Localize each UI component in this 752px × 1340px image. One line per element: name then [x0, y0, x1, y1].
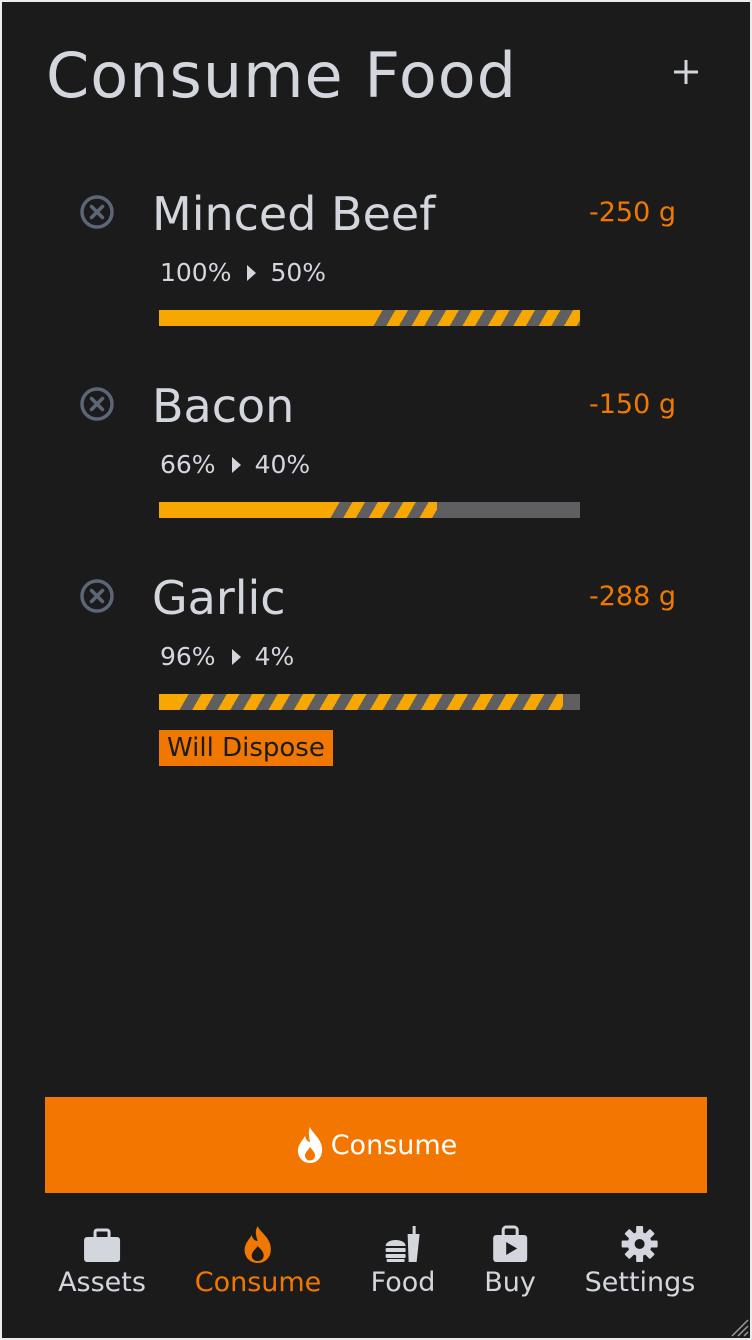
resize-grip-icon[interactable]: [726, 1314, 750, 1338]
arrow-right-icon: [247, 265, 257, 281]
percent-range: 96% 4%: [160, 642, 294, 672]
tab-label: Assets: [58, 1267, 146, 1298]
percent-from: 100%: [160, 258, 232, 287]
close-circle-icon: [80, 195, 114, 229]
tab-settings[interactable]: Settings: [584, 1224, 696, 1300]
remaining-fill: [159, 694, 176, 710]
consumed-fill: [327, 502, 437, 518]
gear-icon: [622, 1226, 658, 1262]
remove-item-button[interactable]: [79, 386, 115, 422]
tab-label: Consume: [194, 1267, 322, 1298]
percent-from: 66%: [160, 450, 216, 479]
tab-buy[interactable]: Buy: [484, 1224, 536, 1300]
food-item-minced-beef: Minced Beef -250 g 100% 50%: [2, 188, 750, 378]
percent-range: 66% 40%: [160, 450, 310, 480]
will-dispose-badge: Will Dispose: [159, 730, 333, 766]
percent-to: 4%: [254, 642, 295, 671]
food-name: Garlic: [152, 571, 286, 625]
food-item-bacon: Bacon -150 g 66% 40%: [2, 380, 750, 570]
close-circle-icon: [80, 579, 114, 613]
briefcase-icon: [84, 1228, 120, 1262]
consume-amount: -250 g: [589, 197, 676, 228]
remaining-fill: [159, 502, 328, 518]
consume-button[interactable]: Consume: [45, 1097, 707, 1193]
remove-item-button[interactable]: [79, 194, 115, 230]
consume-button-label: Consume: [330, 1129, 458, 1161]
arrow-right-icon: [231, 649, 241, 665]
consume-amount: -288 g: [589, 581, 676, 612]
consumed-fill: [369, 310, 580, 326]
remaining-bar: [159, 310, 580, 326]
consume-amount: -150 g: [589, 389, 676, 420]
add-button[interactable]: [666, 52, 706, 92]
tab-food[interactable]: Food: [370, 1224, 436, 1300]
percent-range: 100% 50%: [160, 258, 326, 288]
remove-item-button[interactable]: [79, 578, 115, 614]
page-title: Consume Food: [46, 39, 518, 112]
tab-label: Settings: [584, 1267, 696, 1298]
percent-to: 50%: [270, 258, 327, 287]
plus-icon: [674, 60, 698, 84]
percent-from: 96%: [160, 642, 216, 671]
percent-to: 40%: [254, 450, 311, 479]
flame-icon: [297, 1127, 322, 1163]
food-name: Bacon: [152, 379, 295, 433]
food-icon: [386, 1226, 420, 1262]
shopping-bag-icon: [493, 1225, 527, 1262]
consume-food-screen: Consume Food Minced Beef -250 g 100% 50%: [2, 2, 750, 1338]
food-name: Minced Beef: [152, 187, 436, 241]
tab-assets[interactable]: Assets: [58, 1224, 146, 1300]
tab-consume[interactable]: Consume: [194, 1224, 322, 1300]
arrow-right-icon: [231, 457, 241, 473]
remaining-bar: [159, 694, 580, 710]
flame-icon: [244, 1226, 272, 1263]
remaining-bar: [159, 502, 580, 518]
food-item-garlic: Garlic -288 g 96% 4% Will Dispose: [2, 571, 750, 766]
bottom-tab-bar: Assets Consume Food Buy Settings: [2, 1224, 750, 1314]
remaining-fill: [159, 310, 370, 326]
tab-label: Food: [370, 1267, 436, 1298]
tab-label: Buy: [484, 1267, 536, 1298]
consumed-fill: [175, 694, 564, 710]
close-circle-icon: [80, 387, 114, 421]
